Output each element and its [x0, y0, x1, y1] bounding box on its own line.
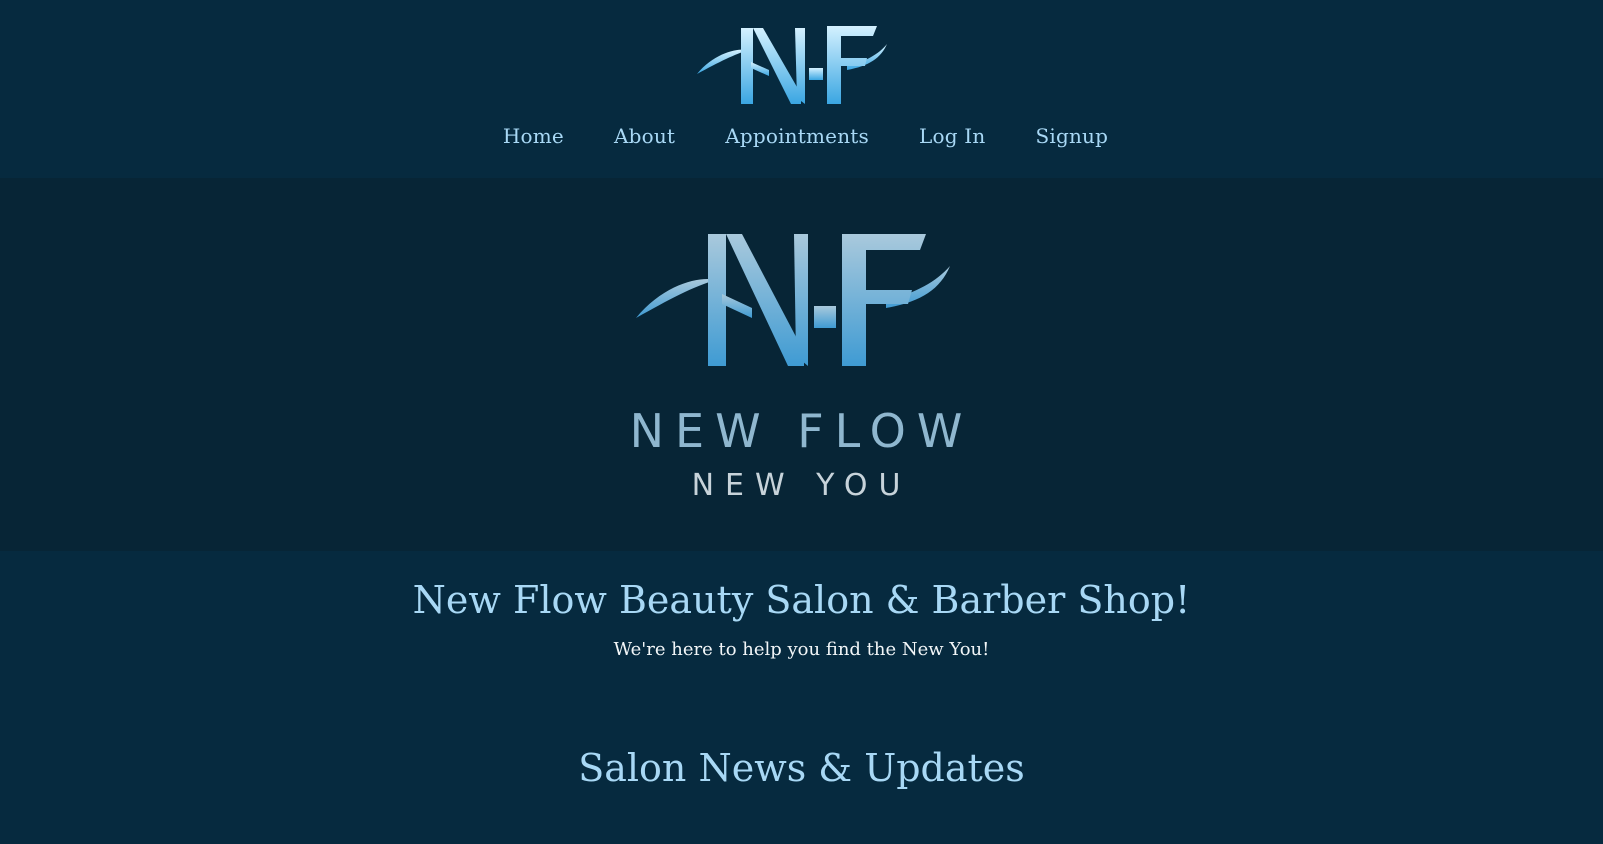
hero-tagline-line1: NEW FLOW [629, 404, 974, 458]
nav-home-link[interactable]: Home [503, 124, 564, 148]
news-section-title: Salon News & Updates [578, 746, 1025, 790]
nf-hero-logo-icon [636, 234, 950, 366]
hero-tagline-line2: NEW YOU [691, 468, 912, 503]
welcome-title: New Flow Beauty Salon & Barber Shop! [412, 578, 1191, 622]
site-header: Home About Appointments Log In Signup [0, 0, 1603, 178]
nav-login-link[interactable]: Log In [919, 124, 985, 148]
nav-about-link[interactable]: About [614, 124, 675, 148]
nav-appointments-link[interactable]: Appointments [725, 124, 869, 148]
main-nav: Home About Appointments Log In Signup [0, 124, 1603, 148]
welcome-subtitle: We're here to help you find the New You! [613, 639, 990, 660]
nf-logo-icon[interactable] [697, 22, 889, 110]
hero-banner: NEW FLOW NEW YOU [0, 178, 1603, 551]
nav-signup-link[interactable]: Signup [1035, 124, 1108, 148]
